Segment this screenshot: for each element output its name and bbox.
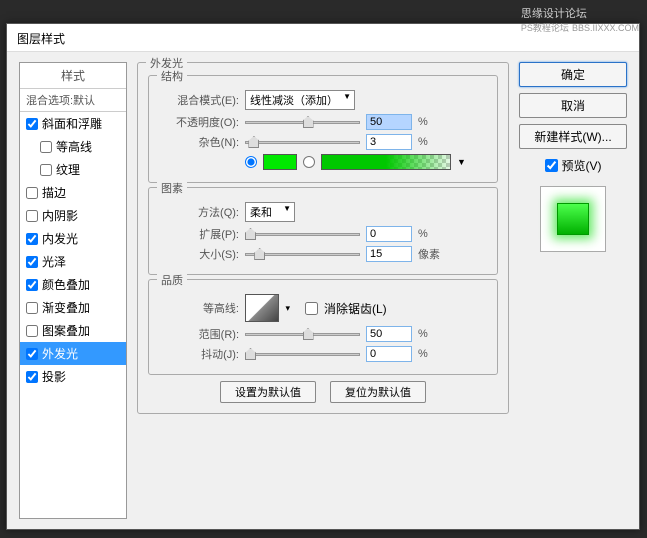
style-item-label: 渐变叠加 bbox=[42, 299, 90, 316]
antialias-label: 消除锯齿(L) bbox=[324, 300, 387, 317]
style-item-label: 内阴影 bbox=[42, 207, 78, 224]
style-item-label: 斜面和浮雕 bbox=[42, 115, 102, 132]
antialias-checkbox[interactable] bbox=[305, 302, 318, 315]
style-item[interactable]: 颜色叠加 bbox=[20, 273, 126, 296]
color-solid-radio[interactable] bbox=[245, 156, 257, 168]
preview-checkbox[interactable] bbox=[545, 159, 558, 172]
size-slider[interactable] bbox=[245, 247, 360, 261]
style-item[interactable]: 内发光 bbox=[20, 227, 126, 250]
opacity-label: 不透明度(O): bbox=[159, 114, 239, 130]
outer-glow-panel: 外发光 结构 混合模式(E): 线性减淡（添加） 不透明度(O): % 杂色( bbox=[137, 62, 509, 414]
technique-label: 方法(Q): bbox=[159, 204, 239, 220]
style-checkbox[interactable] bbox=[40, 141, 52, 153]
preview-swatch bbox=[557, 203, 589, 235]
set-default-button[interactable]: 设置为默认值 bbox=[220, 381, 316, 403]
blend-mode-label: 混合模式(E): bbox=[159, 92, 239, 108]
style-checkbox[interactable] bbox=[26, 279, 38, 291]
spread-input[interactable] bbox=[366, 226, 412, 242]
style-item-label: 描边 bbox=[42, 184, 66, 201]
spread-slider[interactable] bbox=[245, 227, 360, 241]
range-input[interactable] bbox=[366, 326, 412, 342]
watermark: 思缘设计论坛 PS教程论坛 BBS.IIXXX.COM bbox=[521, 5, 639, 34]
blend-options-default[interactable]: 混合选项:默认 bbox=[20, 89, 126, 112]
style-checkbox[interactable] bbox=[26, 233, 38, 245]
contour-label: 等高线: bbox=[159, 300, 239, 316]
jitter-label: 抖动(J): bbox=[159, 346, 239, 362]
gradient-swatch[interactable] bbox=[321, 154, 451, 170]
style-item[interactable]: 等高线 bbox=[20, 135, 126, 158]
style-item-label: 等高线 bbox=[56, 138, 92, 155]
technique-dropdown[interactable]: 柔和 bbox=[245, 202, 295, 222]
style-checkbox[interactable] bbox=[26, 210, 38, 222]
color-swatch[interactable] bbox=[263, 154, 297, 170]
jitter-slider[interactable] bbox=[245, 347, 360, 361]
style-item[interactable]: 投影 bbox=[20, 365, 126, 388]
style-item-label: 投影 bbox=[42, 368, 66, 385]
ok-button[interactable]: 确定 bbox=[519, 62, 627, 87]
style-checkbox[interactable] bbox=[26, 371, 38, 383]
layer-style-dialog: 图层样式 样式 混合选项:默认 斜面和浮雕等高线纹理描边内阴影内发光光泽颜色叠加… bbox=[6, 23, 640, 530]
styles-list: 样式 混合选项:默认 斜面和浮雕等高线纹理描边内阴影内发光光泽颜色叠加渐变叠加图… bbox=[19, 62, 127, 519]
preview-label: 预览(V) bbox=[562, 157, 602, 174]
style-checkbox[interactable] bbox=[26, 302, 38, 314]
style-checkbox[interactable] bbox=[26, 187, 38, 199]
style-item[interactable]: 光泽 bbox=[20, 250, 126, 273]
style-checkbox[interactable] bbox=[26, 325, 38, 337]
spread-label: 扩展(P): bbox=[159, 226, 239, 242]
style-item-label: 光泽 bbox=[42, 253, 66, 270]
noise-label: 杂色(N): bbox=[159, 134, 239, 150]
noise-slider[interactable] bbox=[245, 135, 360, 149]
styles-header[interactable]: 样式 bbox=[20, 63, 126, 89]
range-label: 范围(R): bbox=[159, 326, 239, 342]
style-item[interactable]: 内阴影 bbox=[20, 204, 126, 227]
reset-default-button[interactable]: 复位为默认值 bbox=[330, 381, 426, 403]
jitter-input[interactable] bbox=[366, 346, 412, 362]
style-item-label: 外发光 bbox=[42, 345, 78, 362]
quality-group: 品质 等高线: 消除锯齿(L) 范围(R): % bbox=[148, 279, 498, 375]
style-item-label: 颜色叠加 bbox=[42, 276, 90, 293]
preview-box bbox=[540, 186, 606, 252]
structure-group: 结构 混合模式(E): 线性减淡（添加） 不透明度(O): % 杂色(N): bbox=[148, 75, 498, 183]
style-item-label: 纹理 bbox=[56, 161, 80, 178]
style-item-label: 图案叠加 bbox=[42, 322, 90, 339]
opacity-input[interactable] bbox=[366, 114, 412, 130]
size-input[interactable] bbox=[366, 246, 412, 262]
contour-picker[interactable] bbox=[245, 294, 279, 322]
style-item-label: 内发光 bbox=[42, 230, 78, 247]
size-label: 大小(S): bbox=[159, 246, 239, 262]
style-item[interactable]: 纹理 bbox=[20, 158, 126, 181]
elements-group: 图素 方法(Q): 柔和 扩展(P): % 大小(S): bbox=[148, 187, 498, 275]
noise-input[interactable] bbox=[366, 134, 412, 150]
color-gradient-radio[interactable] bbox=[303, 156, 315, 168]
opacity-slider[interactable] bbox=[245, 115, 360, 129]
new-style-button[interactable]: 新建样式(W)... bbox=[519, 124, 627, 149]
style-checkbox[interactable] bbox=[26, 348, 38, 360]
style-item[interactable]: 斜面和浮雕 bbox=[20, 112, 126, 135]
style-checkbox[interactable] bbox=[40, 164, 52, 176]
style-checkbox[interactable] bbox=[26, 118, 38, 130]
blend-mode-dropdown[interactable]: 线性减淡（添加） bbox=[245, 90, 355, 110]
cancel-button[interactable]: 取消 bbox=[519, 93, 627, 118]
style-item[interactable]: 图案叠加 bbox=[20, 319, 126, 342]
style-checkbox[interactable] bbox=[26, 256, 38, 268]
style-item[interactable]: 外发光 bbox=[20, 342, 126, 365]
gradient-dropdown-icon[interactable]: ▼ bbox=[457, 157, 466, 167]
style-item[interactable]: 描边 bbox=[20, 181, 126, 204]
style-item[interactable]: 渐变叠加 bbox=[20, 296, 126, 319]
range-slider[interactable] bbox=[245, 327, 360, 341]
